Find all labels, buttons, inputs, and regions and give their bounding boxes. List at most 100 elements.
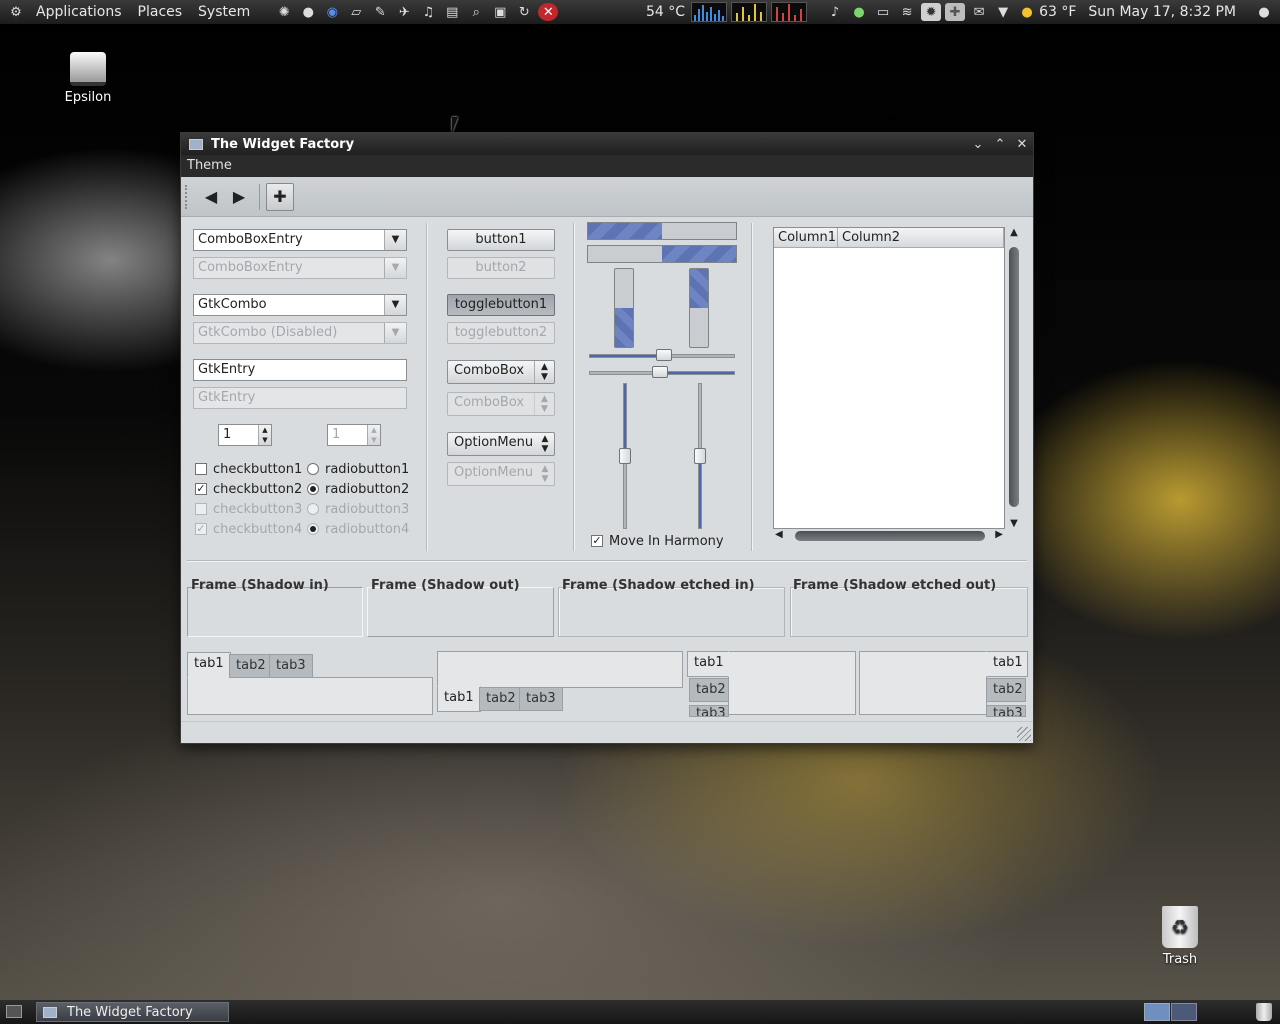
spin-arrows-icon[interactable]: ▲ ▼ <box>258 425 271 445</box>
hscale-knob-1[interactable] <box>656 349 672 361</box>
music-note-icon[interactable]: ♪ <box>825 3 845 21</box>
combobox-entry[interactable]: ComboBoxEntry ▼ <box>193 229 407 251</box>
gtk-entry[interactable]: GtkEntry <box>193 359 407 381</box>
updown-icon[interactable]: ▲ ▼ <box>536 433 554 455</box>
network-graph[interactable] <box>771 2 808 22</box>
clipboard-icon[interactable]: ▭ <box>873 3 893 21</box>
distro-logo-icon[interactable]: ⚙ <box>6 3 26 21</box>
vscale-1[interactable] <box>619 383 631 529</box>
workspace-2-icon[interactable] <box>1171 1003 1197 1021</box>
wifi-icon[interactable]: ≋ <box>897 3 917 21</box>
workspace-1-icon[interactable] <box>1144 1003 1170 1021</box>
refresh-icon[interactable]: ↻ <box>514 3 534 21</box>
resize-grip-icon[interactable] <box>1017 727 1031 741</box>
togglebutton1[interactable]: togglebutton1 <box>447 294 555 316</box>
combobox-text[interactable]: ComboBox <box>454 363 524 378</box>
close-app-icon[interactable]: ✕ <box>538 3 559 21</box>
notebook-bottom-tab2[interactable]: tab2 <box>479 687 523 711</box>
checkbox-checked-icon[interactable]: ✓ <box>195 483 207 495</box>
terminal-icon[interactable]: ▤ <box>442 3 462 21</box>
updown-icon[interactable]: ▲ ▼ <box>534 361 554 383</box>
add-icon[interactable]: ✚ <box>266 182 294 211</box>
radiobutton2[interactable]: radiobutton2 <box>307 480 409 498</box>
memory-graph[interactable] <box>731 2 768 22</box>
back-icon[interactable]: ◀ <box>197 183 225 211</box>
search-icon[interactable]: ⌕ <box>466 3 486 21</box>
hscale-2[interactable] <box>589 366 735 378</box>
notebook-top-tab2[interactable]: tab2 <box>229 654 273 678</box>
show-desktop-icon[interactable] <box>6 1005 22 1018</box>
horizontal-scroll-thumb[interactable] <box>795 531 985 541</box>
gtk-combo-text[interactable]: GtkCombo <box>198 297 267 312</box>
checkbutton2[interactable]: ✓ checkbutton2 <box>195 480 302 498</box>
notebook-right-tab1[interactable]: tab1 <box>986 651 1028 677</box>
radio-selected-icon[interactable] <box>307 483 319 495</box>
radiobutton1[interactable]: radiobutton1 <box>307 460 409 478</box>
weather-temperature[interactable]: 63 °F <box>1039 4 1076 20</box>
notebook-bottom-tab1[interactable]: tab1 <box>437 686 481 712</box>
trash-applet-icon[interactable] <box>1256 1003 1272 1021</box>
notebook-top-tab3[interactable]: tab3 <box>269 654 313 678</box>
minimize-icon[interactable]: ⌄ <box>967 137 989 152</box>
scroll-down-icon[interactable]: ▼ <box>1007 518 1021 529</box>
optionmenu[interactable]: OptionMenu ▲ ▼ <box>447 432 555 456</box>
vscale-knob-2[interactable] <box>694 448 706 464</box>
combobox-entry-text[interactable]: ComboBoxEntry <box>198 232 303 247</box>
cpu-graph[interactable] <box>691 2 728 22</box>
notebook-right-tab3[interactable]: tab3 <box>986 705 1026 717</box>
menu-applications[interactable]: Applications <box>28 4 130 20</box>
applet-icon[interactable]: ✚ <box>945 3 966 21</box>
scroll-right-icon[interactable]: ▶ <box>995 529 1003 540</box>
vscale-2[interactable] <box>694 383 706 529</box>
tree-view[interactable]: Column1 Column2 <box>773 227 1005 529</box>
forward-icon[interactable]: ▶ <box>225 183 253 211</box>
chevron-down-icon[interactable]: ▼ <box>384 295 406 315</box>
hscale-knob-2[interactable] <box>652 366 668 378</box>
menu-system[interactable]: System <box>190 4 258 20</box>
chat-icon[interactable]: ● <box>849 3 869 21</box>
screenshot-icon[interactable]: ▣ <box>490 3 510 21</box>
notebook-left-tab2[interactable]: tab2 <box>689 678 729 702</box>
desktop-trash[interactable]: ♻ Trash <box>1154 906 1206 967</box>
checkbox-icon[interactable] <box>195 463 207 475</box>
hscale-1[interactable] <box>589 349 735 361</box>
button1[interactable]: button1 <box>447 229 555 251</box>
desktop-drive-epsilon[interactable]: Epsilon <box>58 52 118 105</box>
scroll-left-icon[interactable]: ◀ <box>775 529 783 540</box>
vertical-scrollbar[interactable]: ▲ ▼ <box>1007 227 1021 529</box>
music-player-icon[interactable]: ♫ <box>418 3 438 21</box>
bird-icon-2[interactable]: ✈ <box>394 3 414 21</box>
checkbox-checked-icon[interactable]: ✓ <box>591 535 603 547</box>
mail-icon[interactable]: ✉ <box>969 3 989 21</box>
radio-icon[interactable] <box>307 463 319 475</box>
web-browser-icon[interactable]: ◉ <box>322 3 342 21</box>
combobox[interactable]: ComboBox ▲ ▼ <box>447 360 555 384</box>
gtk-entry-text[interactable]: GtkEntry <box>198 362 255 377</box>
toolbar-handle[interactable] <box>185 184 191 209</box>
chevron-down-icon[interactable]: ▼ <box>384 230 406 250</box>
pen-tool-icon[interactable]: ✎ <box>370 3 390 21</box>
menu-places[interactable]: Places <box>130 4 191 20</box>
vscale-knob-1[interactable] <box>619 448 631 464</box>
scroll-up-icon[interactable]: ▲ <box>1007 227 1021 238</box>
vertical-scroll-thumb[interactable] <box>1009 247 1019 507</box>
window-titlebar[interactable]: The Widget Factory ⌄ ⌃ ✕ <box>181 133 1033 155</box>
move-in-harmony-check[interactable]: ✓ Move In Harmony <box>591 532 724 550</box>
close-icon[interactable]: ✕ <box>1011 137 1033 152</box>
notebook-left-tab1[interactable]: tab1 <box>687 651 729 677</box>
text-editor-icon[interactable]: ▱ <box>346 3 366 21</box>
bird-icon[interactable]: ● <box>298 3 318 21</box>
horizontal-scrollbar[interactable]: ◀ ▶ <box>773 529 1005 543</box>
gtk-combo[interactable]: GtkCombo ▼ <box>193 294 407 316</box>
taskbar-item-widget-factory[interactable]: The Widget Factory <box>36 1002 229 1022</box>
notebook-left-tab3[interactable]: tab3 <box>689 705 729 717</box>
gimp-icon[interactable]: ✺ <box>274 3 294 21</box>
checkbutton1[interactable]: checkbutton1 <box>195 460 302 478</box>
menu-theme[interactable]: Theme <box>187 158 232 173</box>
notebook-top-tab1[interactable]: tab1 <box>187 652 231 678</box>
column2-header[interactable]: Column2 <box>838 228 1004 248</box>
spin-button[interactable]: 1 ▲ ▼ <box>218 424 272 446</box>
spin-value[interactable]: 1 <box>223 427 231 442</box>
network-status-icon[interactable]: ▼ <box>993 3 1013 21</box>
clock[interactable]: Sun May 17, 8:32 PM <box>1088 4 1236 20</box>
